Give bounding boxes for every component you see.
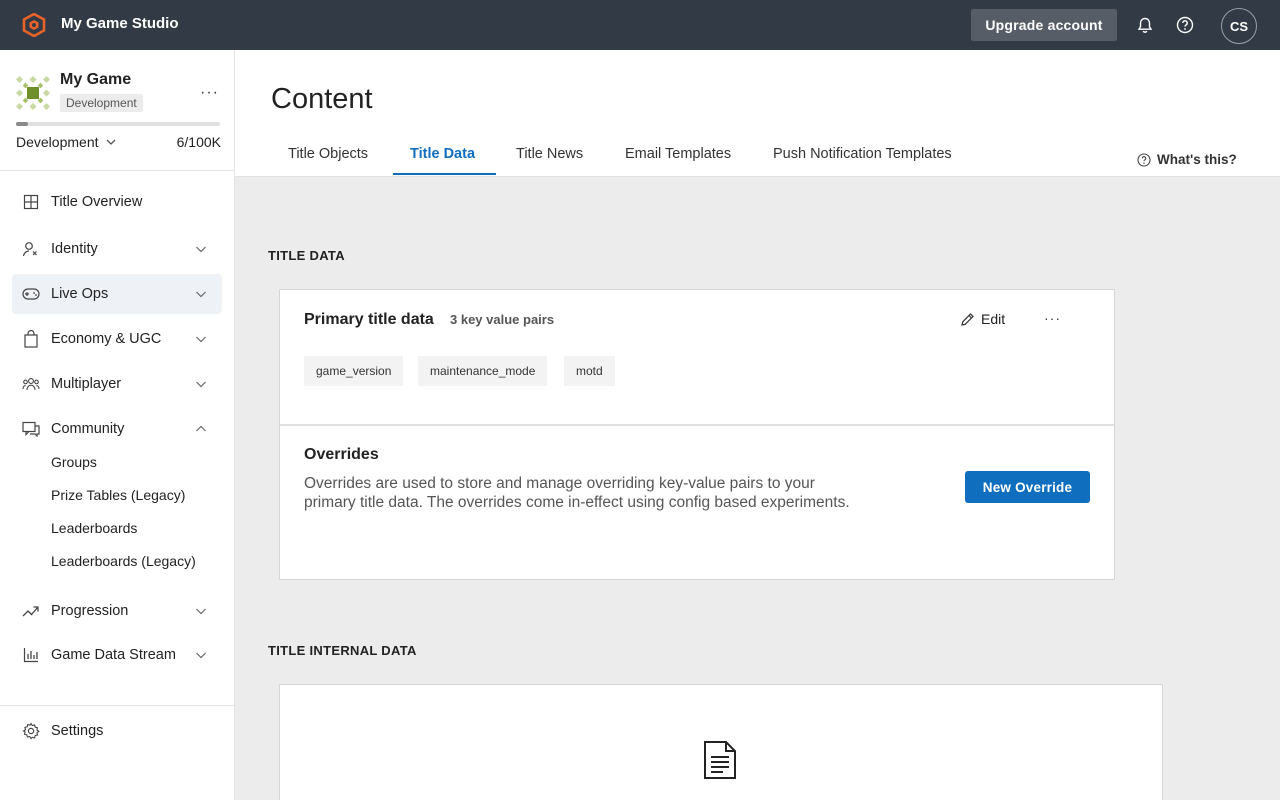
nav-item-label: Progression — [51, 603, 129, 619]
environment-select-label: Development — [16, 134, 99, 150]
section-title-title-internal-data: TITLE INTERNAL DATA — [268, 643, 417, 658]
whats-this-link[interactable]: What's this? — [1137, 152, 1237, 167]
chevron-down-icon — [194, 242, 208, 256]
page-title: Content — [271, 83, 373, 115]
sub-item-leaderboards[interactable]: Leaderboards — [51, 520, 137, 536]
upgrade-account-button[interactable]: Upgrade account — [971, 9, 1117, 41]
studio-logo-icon[interactable] — [22, 13, 46, 37]
game-name: My Game — [60, 71, 132, 88]
nav-item-multiplayer[interactable]: Multiplayer — [12, 364, 222, 404]
usage-count: 6/100K — [176, 134, 221, 150]
settings-label: Settings — [51, 723, 104, 739]
section-title-title-data: TITLE DATA — [268, 248, 345, 263]
identity-icon — [22, 240, 40, 258]
nav-item-label: Title Overview — [51, 194, 143, 210]
title-internal-data-card — [279, 684, 1163, 800]
more-options-icon[interactable]: ··· — [1044, 310, 1061, 326]
grid-icon — [22, 193, 40, 211]
chevron-down-icon — [194, 604, 208, 618]
edit-button[interactable]: Edit — [960, 311, 1005, 327]
document-icon — [703, 740, 737, 780]
gear-icon — [22, 722, 40, 740]
content-body: TITLE DATA Primary title data 3 key valu… — [235, 177, 1280, 800]
overrides-title: Overrides — [304, 446, 379, 463]
bar-chart-icon — [22, 646, 40, 664]
chevron-down-icon — [194, 287, 208, 301]
whats-this-label: What's this? — [1157, 152, 1237, 167]
nav-item-label: Community — [51, 421, 125, 437]
environment-select[interactable]: Development — [16, 134, 117, 150]
trend-icon — [22, 602, 40, 620]
tab-title-news[interactable]: Title News — [516, 146, 583, 162]
help-icon[interactable] — [1175, 15, 1195, 35]
nav-item-economy-ugc[interactable]: Economy & UGC — [12, 319, 222, 359]
pencil-icon — [960, 312, 975, 327]
nav-item-title-overview[interactable]: Title Overview — [12, 182, 222, 222]
edit-label: Edit — [981, 311, 1006, 327]
nav-item-label: Game Data Stream — [51, 647, 176, 663]
active-tab-indicator — [393, 173, 496, 175]
nav-item-label: Economy & UGC — [51, 331, 162, 347]
avatar[interactable]: CS — [1221, 8, 1257, 44]
game-icon — [16, 76, 50, 110]
key-chip[interactable]: game_version — [304, 356, 404, 386]
chevron-down-icon — [194, 332, 208, 346]
card-title: Primary title data — [304, 311, 434, 328]
nav-item-identity[interactable]: Identity — [12, 229, 222, 269]
nav-item-label: Multiplayer — [51, 376, 122, 392]
chevron-down-icon — [194, 377, 208, 391]
sub-item-groups[interactable]: Groups — [51, 454, 97, 470]
chevron-up-icon — [194, 422, 208, 436]
key-chip[interactable]: motd — [564, 356, 615, 386]
gamepad-icon — [22, 285, 40, 303]
usage-bar — [16, 122, 220, 126]
tab-title-data[interactable]: Title Data — [410, 146, 475, 162]
people-icon — [22, 375, 40, 393]
nav-item-label: Live Ops — [51, 286, 109, 302]
divider — [280, 424, 1114, 426]
tab-push-notification-templates[interactable]: Push Notification Templates — [773, 146, 952, 162]
sidebar: My Game Development ··· Development 6/10… — [0, 50, 235, 800]
key-chip[interactable]: maintenance_mode — [418, 356, 548, 386]
content-header: Content Title Objects Title Data Title N… — [235, 50, 1280, 177]
environment-badge: Development — [60, 94, 143, 112]
primary-title-data-card: Primary title data 3 key value pairs Edi… — [279, 289, 1115, 580]
overrides-description: Overrides are used to store and manage o… — [304, 475, 850, 511]
shopping-bag-icon — [22, 330, 40, 348]
nav-item-label: Identity — [51, 241, 98, 257]
divider — [0, 170, 234, 171]
tab-email-templates[interactable]: Email Templates — [625, 146, 731, 162]
key-value-count: 3 key value pairs — [450, 312, 555, 327]
chevron-down-icon — [105, 136, 117, 148]
nav-item-live-ops[interactable]: Live Ops — [12, 274, 222, 314]
top-bar: My Game Studio Upgrade account CS — [0, 0, 1280, 50]
studio-name[interactable]: My Game Studio — [61, 15, 179, 32]
usage-bar-fill — [16, 122, 29, 126]
nav-item-progression[interactable]: Progression — [12, 591, 222, 631]
help-icon — [1137, 152, 1151, 167]
nav-item-settings[interactable]: Settings — [12, 711, 222, 751]
nav-item-community[interactable]: Community — [12, 409, 222, 449]
chat-icon — [22, 420, 40, 438]
divider — [0, 705, 234, 706]
nav-item-game-data-stream[interactable]: Game Data Stream — [12, 635, 222, 675]
chevron-down-icon — [194, 648, 208, 662]
sub-item-leaderboards-legacy[interactable]: Leaderboards (Legacy) — [51, 553, 196, 569]
sub-item-prize-tables-legacy[interactable]: Prize Tables (Legacy) — [51, 487, 185, 503]
game-more-options-icon[interactable]: ··· — [200, 84, 219, 102]
bell-icon[interactable] — [1135, 15, 1155, 35]
new-override-button[interactable]: New Override — [965, 471, 1090, 503]
tab-title-objects[interactable]: Title Objects — [288, 146, 368, 162]
